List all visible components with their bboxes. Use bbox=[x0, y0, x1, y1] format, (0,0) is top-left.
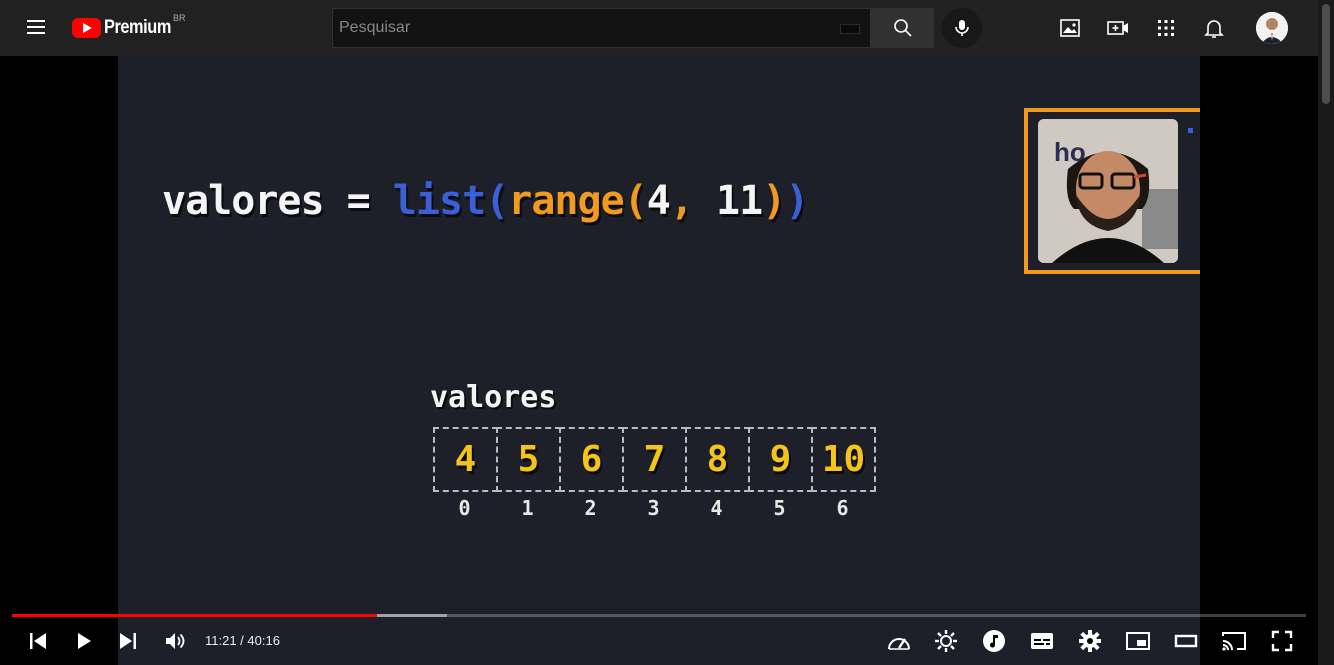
play-button[interactable] bbox=[70, 628, 98, 654]
progress-played bbox=[12, 614, 377, 617]
code-line: valores = list(range(4, 11)) bbox=[162, 178, 809, 224]
search-icon bbox=[894, 19, 912, 37]
video-player[interactable]: valores = list(range(4, 11)) valores 456… bbox=[0, 56, 1318, 665]
playback-speed-button[interactable] bbox=[884, 628, 914, 654]
code-token: list( bbox=[392, 178, 509, 224]
fullscreen-icon bbox=[1271, 630, 1293, 652]
masthead: Premium BR bbox=[0, 0, 1318, 56]
miniplayer-icon bbox=[1126, 632, 1150, 650]
code-token: ) bbox=[785, 178, 809, 224]
page-scrollbar[interactable] bbox=[1318, 0, 1334, 665]
avatar[interactable] bbox=[1256, 12, 1288, 44]
array-cell: 4 bbox=[433, 427, 498, 492]
array-index: 2 bbox=[584, 496, 597, 520]
video-frame: valores = list(range(4, 11)) valores 456… bbox=[118, 56, 1200, 665]
array-index: 1 bbox=[521, 496, 534, 520]
array-cell: 7 bbox=[622, 427, 687, 492]
music-note-icon bbox=[983, 630, 1005, 652]
previous-button[interactable] bbox=[24, 628, 52, 654]
microphone-icon bbox=[955, 20, 969, 36]
image-icon[interactable] bbox=[1058, 16, 1082, 40]
search-button[interactable] bbox=[870, 8, 934, 48]
code-token: 4 bbox=[646, 178, 671, 224]
code-token: range( bbox=[508, 178, 647, 224]
array-index: 4 bbox=[710, 496, 723, 520]
array-index: 0 bbox=[458, 496, 471, 520]
voice-search-button[interactable] bbox=[942, 8, 982, 48]
skip-previous-icon bbox=[30, 633, 46, 649]
apps-grid-icon[interactable] bbox=[1154, 16, 1178, 40]
volume-icon bbox=[166, 633, 185, 649]
fullscreen-button[interactable] bbox=[1268, 628, 1296, 654]
scrollbar-thumb[interactable] bbox=[1322, 4, 1330, 104]
video-plus-icon[interactable] bbox=[1106, 16, 1130, 40]
music-button[interactable] bbox=[980, 628, 1008, 654]
webcam-overlay: ho bbox=[1024, 108, 1200, 274]
array-index: 3 bbox=[647, 496, 660, 520]
code-token: ) bbox=[762, 178, 786, 224]
gear-icon bbox=[1079, 630, 1101, 652]
array-index: 5 bbox=[773, 496, 786, 520]
settings-button[interactable] bbox=[1076, 628, 1104, 654]
array-cell: 5 bbox=[496, 427, 561, 492]
array-cell: 10 bbox=[811, 427, 876, 492]
speedometer-icon bbox=[888, 638, 910, 650]
subtitles-icon bbox=[1031, 633, 1053, 649]
play-icon bbox=[78, 633, 91, 649]
code-token: valores bbox=[162, 178, 347, 224]
sun-gear-icon bbox=[935, 630, 957, 652]
cast-icon bbox=[1222, 632, 1246, 651]
ambient-mode-button[interactable] bbox=[932, 628, 960, 654]
country-code: BR bbox=[173, 13, 186, 23]
skip-next-icon bbox=[120, 633, 136, 649]
webcam-decoration bbox=[1188, 128, 1193, 133]
time-display: 11:21 / 40:16 bbox=[205, 633, 280, 648]
cast-button[interactable] bbox=[1220, 628, 1248, 654]
miniplayer-button[interactable] bbox=[1124, 628, 1152, 654]
volume-button[interactable] bbox=[161, 628, 189, 654]
youtube-premium-logo[interactable]: Premium bbox=[72, 16, 182, 40]
youtube-logo-icon bbox=[72, 18, 101, 38]
theater-mode-button[interactable] bbox=[1172, 628, 1200, 654]
progress-bar[interactable] bbox=[12, 614, 1306, 617]
array-label: valores bbox=[430, 380, 557, 415]
next-button[interactable] bbox=[114, 628, 142, 654]
array-cell: 8 bbox=[685, 427, 750, 492]
code-token: 11 bbox=[716, 178, 763, 224]
array-cell: 9 bbox=[748, 427, 813, 492]
brand-label: Premium bbox=[104, 17, 171, 38]
array-indices: 0 1 2 3 4 5 6 bbox=[433, 496, 874, 520]
theater-icon bbox=[1174, 634, 1198, 648]
array-cell: 6 bbox=[559, 427, 624, 492]
array-cells: 4 5 6 7 8 9 10 bbox=[433, 427, 876, 492]
keyboard-icon[interactable] bbox=[840, 24, 860, 34]
search-box bbox=[332, 8, 871, 48]
search-input[interactable] bbox=[333, 9, 871, 47]
hamburger-menu-icon[interactable] bbox=[20, 16, 52, 40]
bell-icon[interactable] bbox=[1202, 16, 1226, 40]
subtitles-button[interactable] bbox=[1028, 628, 1056, 654]
code-token: , bbox=[669, 178, 717, 224]
presenter-video: ho bbox=[1038, 119, 1178, 263]
array-index: 6 bbox=[836, 496, 849, 520]
code-token: = bbox=[346, 178, 393, 224]
